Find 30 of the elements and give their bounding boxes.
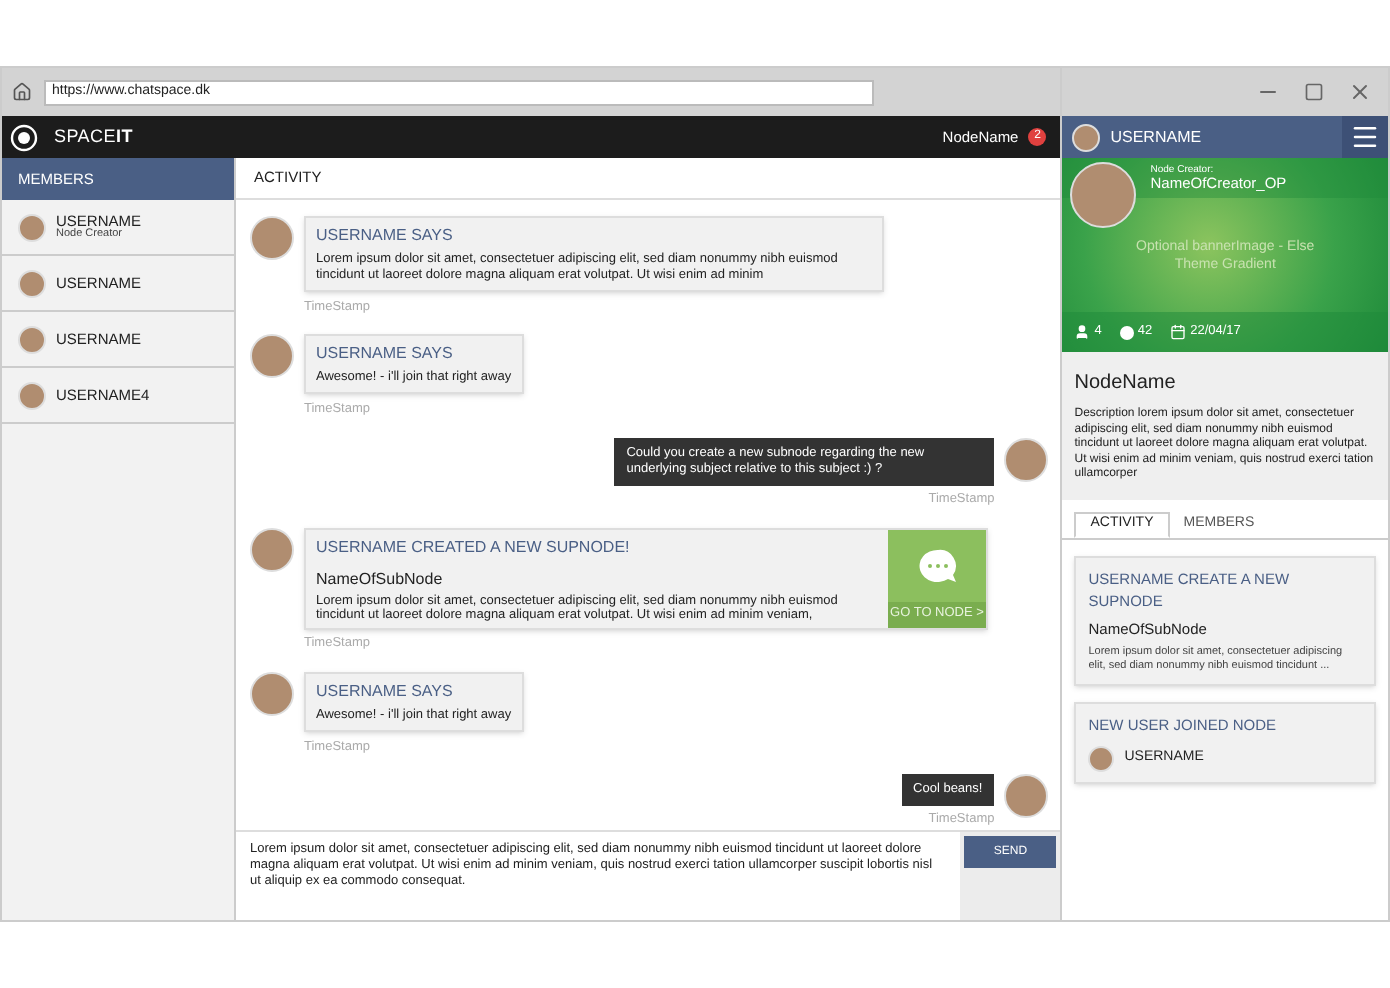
- message-title: USERNAME SAYS: [316, 342, 455, 367]
- avatar-icon: [1088, 745, 1115, 771]
- menu-icon[interactable]: [1350, 122, 1380, 152]
- avatar-icon: [250, 527, 294, 572]
- creator-avatar: [1070, 162, 1137, 228]
- subnode-name: NameOfSubNode: [316, 567, 445, 592]
- close-icon[interactable]: [1348, 80, 1372, 104]
- avatar-icon: [250, 671, 294, 716]
- logo-text: SPACEIT: [54, 123, 133, 150]
- node-title: NodeName: [1074, 370, 1178, 398]
- avatar-icon: [18, 213, 46, 241]
- user-icon: [1074, 324, 1091, 340]
- maximize-icon[interactable]: [1304, 82, 1324, 102]
- avatar-icon: [1072, 123, 1101, 151]
- message-title: USERNAME SAYS: [316, 223, 455, 248]
- chat-bubble-icon: [917, 547, 957, 584]
- comment-icon: [1119, 325, 1134, 339]
- avatar-icon: [18, 269, 46, 297]
- message-title: USERNAME SAYS: [316, 679, 455, 704]
- username: USERNAME: [1110, 125, 1202, 149]
- avatar-icon: [250, 215, 294, 260]
- avatar-icon: [18, 381, 46, 409]
- message-title: USERNAME CREATED A NEW SUPNODE!: [316, 535, 632, 560]
- avatar-icon: [1004, 774, 1049, 819]
- calendar-icon: [1170, 324, 1187, 340]
- avatar-icon: [1004, 438, 1049, 483]
- home-icon[interactable]: [12, 82, 32, 102]
- avatar-icon: [250, 334, 294, 379]
- logo-icon: [10, 123, 38, 151]
- avatar-icon: [18, 325, 46, 353]
